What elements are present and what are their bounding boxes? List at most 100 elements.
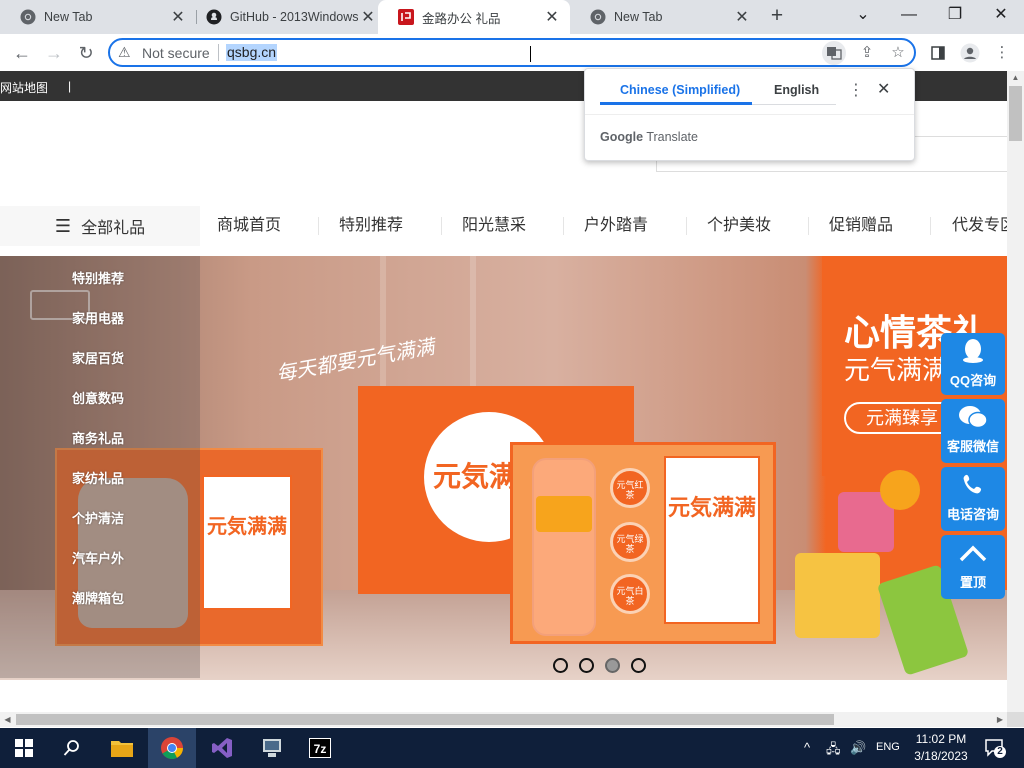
- carousel-dot[interactable]: [579, 658, 594, 673]
- warning-icon[interactable]: ⚠: [118, 44, 131, 61]
- show-hidden-icons-icon[interactable]: ^: [804, 740, 810, 755]
- bottle-cap: [536, 496, 592, 532]
- notification-count: 2: [997, 746, 1003, 757]
- reload-icon[interactable]: ↻: [74, 41, 98, 65]
- all-gifts-label: 全部礼品: [81, 220, 146, 237]
- nav-outdoor[interactable]: 户外踏青: [567, 206, 665, 246]
- network-app-icon[interactable]: [248, 728, 296, 768]
- category-item[interactable]: 特别推荐: [72, 268, 124, 287]
- security-label[interactable]: Not secure: [142, 45, 210, 61]
- back-icon[interactable]: ←: [10, 41, 34, 65]
- site-favicon: [398, 9, 414, 25]
- file-explorer-icon[interactable]: [98, 728, 146, 768]
- category-item[interactable]: 商务礼品: [72, 428, 124, 447]
- phone-icon: [941, 472, 1005, 504]
- carousel-dot[interactable]: [553, 658, 568, 673]
- visual-studio-icon[interactable]: [198, 728, 246, 768]
- wechat-label: 客服微信: [946, 439, 999, 454]
- nav-home[interactable]: 商城首页: [200, 206, 298, 246]
- chrome-taskbar-icon[interactable]: [148, 728, 196, 768]
- tab-github[interactable]: GitHub - 2013Windows ✕: [186, 0, 386, 34]
- windows-start-icon[interactable]: [0, 728, 48, 768]
- category-item[interactable]: 个护清洁: [72, 508, 124, 527]
- tea-bottle: [532, 458, 596, 636]
- nav-promo[interactable]: 促销赠品: [812, 206, 910, 246]
- menu-kebab-icon[interactable]: ⋮: [990, 41, 1014, 65]
- tab-close-icon[interactable]: ✕: [544, 7, 560, 27]
- category-item[interactable]: 创意数码: [72, 388, 124, 407]
- translate-icon[interactable]: [822, 41, 846, 65]
- tab-title: New Tab: [614, 10, 663, 24]
- close-window-button[interactable]: ✕: [978, 0, 1024, 30]
- category-item[interactable]: 家居百货: [72, 348, 124, 367]
- nav-dropship[interactable]: 代发专区: [952, 206, 1007, 246]
- translate-divider: [585, 114, 914, 115]
- category-item[interactable]: 汽车户外: [72, 548, 124, 567]
- category-item[interactable]: 潮牌箱包: [72, 588, 124, 607]
- hamburger-icon: ☰: [54, 215, 72, 236]
- search-icon[interactable]: [48, 728, 96, 768]
- sitemap-link[interactable]: 网站地图: [0, 79, 48, 96]
- tea-card-right: [664, 456, 760, 624]
- translate-close-icon[interactable]: ✕: [877, 79, 890, 99]
- share-icon[interactable]: ⇪: [855, 41, 879, 65]
- carousel-dot-active[interactable]: [605, 658, 620, 673]
- phone-label: 电话咨询: [946, 507, 999, 522]
- back-to-top-label: 置顶: [959, 575, 986, 590]
- all-gifts-menu[interactable]: ☰ 全部礼品: [0, 206, 200, 246]
- tab-new-tab-2[interactable]: New Tab ✕: [570, 0, 760, 34]
- nav-sunshine[interactable]: 阳光慧采: [445, 206, 543, 246]
- nav-divider: [563, 217, 564, 235]
- tab-title: New Tab: [44, 10, 93, 24]
- tab-close-icon[interactable]: ✕: [360, 7, 376, 27]
- nav-beauty[interactable]: 个护美妆: [690, 206, 788, 246]
- nav-featured[interactable]: 特别推荐: [322, 206, 420, 246]
- can-label: 元气白茶: [616, 586, 644, 606]
- tab-title: 金路办公 礼品: [422, 11, 501, 26]
- taskbar-clock[interactable]: 11:02 PM 3/18/2023: [906, 731, 976, 765]
- qq-consult-button[interactable]: QQ咨询: [941, 333, 1005, 395]
- can-label: 元气绿茶: [616, 534, 644, 554]
- profile-avatar-icon[interactable]: [958, 41, 982, 65]
- language-indicator[interactable]: ENG: [876, 741, 900, 753]
- translate-target-tab[interactable]: English: [774, 83, 819, 97]
- tab-active-jinlu[interactable]: 金路办公 礼品 ✕: [378, 0, 570, 34]
- new-tab-button[interactable]: +: [765, 5, 789, 29]
- scroll-corner: [1007, 712, 1024, 727]
- phone-consult-button[interactable]: 电话咨询: [941, 467, 1005, 531]
- carousel-dot[interactable]: [631, 658, 646, 673]
- omnibox-divider: [218, 44, 219, 61]
- vertical-scrollbar[interactable]: [1007, 71, 1024, 712]
- url-text[interactable]: qsbg.cn: [226, 44, 278, 61]
- tab-new-tab-1[interactable]: New Tab ✕: [0, 0, 196, 34]
- tab-close-icon[interactable]: ✕: [734, 7, 750, 27]
- qq-label: QQ咨询: [949, 373, 997, 388]
- forward-icon[interactable]: →: [42, 41, 66, 65]
- minimize-button[interactable]: —: [886, 0, 932, 30]
- 7zip-icon[interactable]: 7z: [296, 728, 344, 768]
- can-label: 元气红茶: [616, 480, 644, 500]
- wechat-service-button[interactable]: 客服微信: [941, 399, 1005, 463]
- github-icon: [206, 9, 222, 25]
- chrome-icon: [20, 9, 36, 25]
- vertical-scroll-thumb[interactable]: [1009, 86, 1022, 141]
- promo-subline: 元气满满: [844, 355, 949, 385]
- translate-source-tab[interactable]: Chinese (Simplified): [620, 83, 740, 97]
- category-item[interactable]: 家纺礼品: [72, 468, 124, 487]
- chrome-icon: [590, 9, 606, 25]
- category-item[interactable]: 家用电器: [72, 308, 124, 327]
- scroll-left-icon[interactable]: ◀: [0, 712, 15, 727]
- bookmark-star-icon[interactable]: ☆: [886, 41, 910, 65]
- tea-card-title: 元気满满: [207, 516, 287, 538]
- scroll-right-icon[interactable]: ▶: [993, 712, 1007, 727]
- scroll-up-icon[interactable]: ▲: [1007, 71, 1024, 85]
- restore-button[interactable]: ❐: [932, 0, 978, 30]
- back-to-top-button[interactable]: 置顶: [941, 535, 1005, 599]
- tab-close-icon[interactable]: ✕: [170, 7, 186, 27]
- translate-options-icon[interactable]: ⋮: [848, 80, 864, 100]
- side-panel-icon[interactable]: [926, 41, 950, 65]
- volume-icon[interactable]: 🔊: [850, 740, 866, 756]
- horizontal-scroll-thumb[interactable]: [16, 714, 834, 725]
- tab-search-icon[interactable]: ⌄: [840, 0, 886, 30]
- network-icon[interactable]: 🖧: [826, 740, 841, 762]
